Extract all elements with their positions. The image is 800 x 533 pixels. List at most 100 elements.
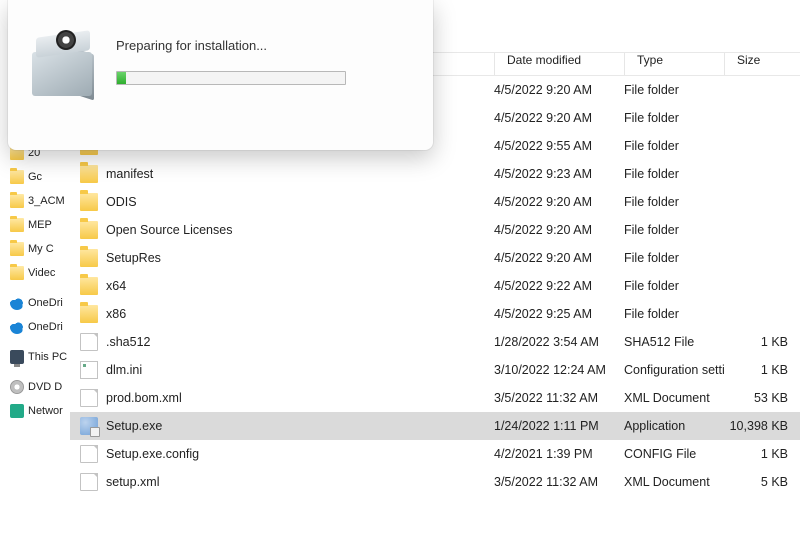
file-type: XML Document (624, 475, 724, 489)
file-name: x86 (106, 307, 494, 321)
sidebar-item[interactable]: This PC (0, 345, 70, 369)
sidebar-item-label: MEP (28, 219, 52, 231)
sidebar-item-label: OneDri (28, 297, 63, 309)
install-progress-bar (117, 72, 126, 84)
file-type: File folder (624, 279, 724, 293)
file-type: File folder (624, 111, 724, 125)
file-type: File folder (624, 167, 724, 181)
cloud-icon (10, 296, 24, 310)
file-name: .sha512 (106, 335, 494, 349)
file-date: 1/28/2022 3:54 AM (494, 335, 624, 349)
folder-icon (10, 266, 24, 280)
folder-icon (80, 249, 98, 267)
sidebar-item[interactable]: OneDri (0, 291, 70, 315)
installer-dialog: Preparing for installation... (8, 0, 433, 150)
pc-icon (10, 350, 24, 364)
net-icon (10, 404, 24, 418)
sidebar-item-label: OneDri (28, 321, 63, 333)
file-name: Setup.exe.config (106, 447, 494, 461)
file-row[interactable]: Setup.exe.config4/2/2021 1:39 PMCONFIG F… (70, 440, 800, 468)
folder-icon (80, 221, 98, 239)
file-date: 4/2/2021 1:39 PM (494, 447, 624, 461)
file-date: 3/5/2022 11:32 AM (494, 475, 624, 489)
folder-icon (10, 170, 24, 184)
file-type: File folder (624, 139, 724, 153)
file-icon (80, 445, 98, 463)
column-header-size[interactable]: Size (724, 53, 800, 75)
sidebar-item[interactable]: My C (0, 237, 70, 261)
file-size: 53 KB (724, 391, 794, 405)
file-type: Configuration setti... (624, 363, 724, 377)
column-header-type[interactable]: Type (624, 53, 724, 75)
file-date: 4/5/2022 9:20 AM (494, 251, 624, 265)
file-icon (80, 389, 98, 407)
file-row[interactable]: prod.bom.xml3/5/2022 11:32 AMXML Documen… (70, 384, 800, 412)
file-row[interactable]: x644/5/2022 9:22 AMFile folder (70, 272, 800, 300)
file-date: 1/24/2022 1:11 PM (494, 419, 624, 433)
sidebar-item[interactable]: Videc (0, 261, 70, 285)
file-date: 4/5/2022 9:25 AM (494, 307, 624, 321)
file-name: x64 (106, 279, 494, 293)
sidebar-item-label: Networ (28, 405, 63, 417)
file-row[interactable]: setup.xml3/5/2022 11:32 AMXML Document5 … (70, 468, 800, 496)
file-type: XML Document (624, 391, 724, 405)
file-size: 10,398 KB (724, 419, 794, 433)
folder-icon (10, 218, 24, 232)
file-icon (80, 473, 98, 491)
file-type: File folder (624, 251, 724, 265)
file-icon (80, 333, 98, 351)
file-size: 1 KB (724, 363, 794, 377)
file-row[interactable]: Setup.exe1/24/2022 1:11 PMApplication10,… (70, 412, 800, 440)
file-row[interactable]: SetupRes4/5/2022 9:20 AMFile folder (70, 244, 800, 272)
folder-icon (10, 242, 24, 256)
file-name: setup.xml (106, 475, 494, 489)
file-row[interactable]: .sha5121/28/2022 3:54 AMSHA512 File1 KB (70, 328, 800, 356)
sidebar-item[interactable]: Gc (0, 165, 70, 189)
sidebar-item[interactable]: OneDri (0, 315, 70, 339)
file-type: File folder (624, 307, 724, 321)
install-progress-track (116, 71, 346, 85)
file-date: 3/10/2022 12:24 AM (494, 363, 624, 377)
file-name: Setup.exe (106, 419, 494, 433)
file-date: 4/5/2022 9:20 AM (494, 83, 624, 97)
sidebar-item[interactable]: DVD D (0, 375, 70, 399)
file-type: SHA512 File (624, 335, 724, 349)
sidebar-item-label: This PC (28, 351, 67, 363)
file-name: SetupRes (106, 251, 494, 265)
installer-message: Preparing for installation... (116, 38, 413, 53)
file-size: 1 KB (724, 335, 794, 349)
file-date: 4/5/2022 9:23 AM (494, 167, 624, 181)
sidebar-item-label: DVD D (28, 381, 62, 393)
folder-icon (80, 305, 98, 323)
folder-icon (80, 277, 98, 295)
file-row[interactable]: dlm.ini3/10/2022 12:24 AMConfiguration s… (70, 356, 800, 384)
file-type: File folder (624, 195, 724, 209)
package-icon (28, 38, 98, 102)
folder-icon (10, 194, 24, 208)
file-name: Open Source Licenses (106, 223, 494, 237)
file-name: dlm.ini (106, 363, 494, 377)
file-type: File folder (624, 223, 724, 237)
file-name: ODIS (106, 195, 494, 209)
file-row[interactable]: manifest4/5/2022 9:23 AMFile folder (70, 160, 800, 188)
file-date: 4/5/2022 9:20 AM (494, 223, 624, 237)
file-date: 4/5/2022 9:22 AM (494, 279, 624, 293)
file-row[interactable]: Open Source Licenses4/5/2022 9:20 AMFile… (70, 216, 800, 244)
cloud-icon (10, 320, 24, 334)
file-size: 5 KB (724, 475, 794, 489)
file-type: CONFIG File (624, 447, 724, 461)
sidebar-item[interactable]: Networ (0, 399, 70, 423)
sidebar-item[interactable]: 3_ACM (0, 189, 70, 213)
file-name: manifest (106, 167, 494, 181)
sidebar-item-label: 3_ACM (28, 195, 65, 207)
folder-icon (80, 193, 98, 211)
file-name: prod.bom.xml (106, 391, 494, 405)
file-row[interactable]: x864/5/2022 9:25 AMFile folder (70, 300, 800, 328)
column-header-date[interactable]: Date modified (494, 53, 624, 75)
dvd-icon (10, 380, 24, 394)
sidebar-item[interactable]: MEP (0, 213, 70, 237)
sidebar-item-label: My C (28, 243, 54, 255)
sidebar-item-label: Gc (28, 171, 42, 183)
file-row[interactable]: ODIS4/5/2022 9:20 AMFile folder (70, 188, 800, 216)
file-date: 3/5/2022 11:32 AM (494, 391, 624, 405)
